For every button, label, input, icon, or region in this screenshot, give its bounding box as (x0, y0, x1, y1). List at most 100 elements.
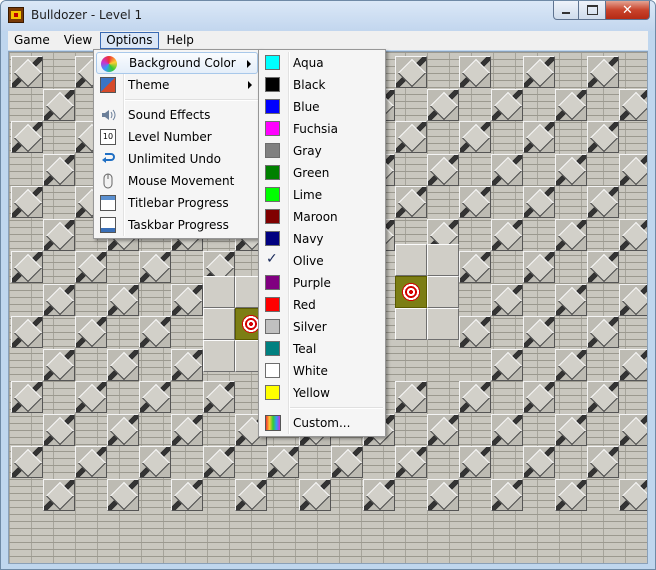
taskbar-icon (100, 217, 116, 233)
menu-item-level-number[interactable]: 10 Level Number (96, 126, 258, 148)
menu-item-color-navy[interactable]: Navy (261, 228, 383, 250)
menu-view[interactable]: View (58, 32, 98, 49)
mouse-icon (100, 173, 116, 189)
menu-item-titlebar-progress[interactable]: Titlebar Progress (96, 192, 258, 214)
theme-icon (100, 77, 116, 93)
boulder-tile (11, 121, 43, 153)
menu-item-label: Navy (293, 232, 324, 246)
menu-item-mouse-movement[interactable]: Mouse Movement (96, 170, 258, 192)
menu-item-label: Background Color (129, 56, 236, 70)
boulder-tile (587, 186, 619, 218)
menu-item-color-blue[interactable]: Blue (261, 96, 383, 118)
menu-item-label: Silver (293, 320, 327, 334)
boulder-tile (43, 413, 75, 446)
boulder-tile (395, 186, 427, 218)
menu-item-color-teal[interactable]: Teal (261, 338, 383, 360)
menu-item-label: Blue (293, 100, 320, 114)
menu-item-theme[interactable]: Theme (96, 74, 258, 96)
menu-item-label: Unlimited Undo (128, 152, 221, 166)
menu-item-label: Taskbar Progress (128, 218, 229, 232)
boulder-tile (43, 88, 75, 121)
menu-item-label: Mouse Movement (128, 174, 235, 188)
title-bar[interactable]: Bulldozer - Level 1 ✕ (1, 1, 655, 31)
palette-icon (101, 56, 117, 72)
menu-item-taskbar-progress[interactable]: Taskbar Progress (96, 214, 258, 236)
menu-item-color-silver[interactable]: Silver (261, 316, 383, 338)
close-icon: ✕ (622, 2, 633, 18)
floor-tile (427, 244, 459, 276)
boulder-tile (43, 478, 75, 511)
color-swatch (265, 165, 280, 180)
target-tile (395, 276, 427, 308)
boulder-tile (11, 251, 43, 283)
menu-item-color-gray[interactable]: Gray (261, 140, 383, 162)
menu-help[interactable]: Help (161, 32, 200, 49)
menu-game[interactable]: Game (8, 32, 56, 49)
menu-item-color-olive[interactable]: ✓ Olive (261, 250, 383, 272)
titlebar-icon (100, 195, 116, 211)
undo-icon (100, 151, 116, 167)
boulder-tile (43, 153, 75, 186)
close-button[interactable]: ✕ (606, 1, 650, 20)
color-swatch (265, 99, 280, 114)
menu-item-color-maroon[interactable]: Maroon (261, 206, 383, 228)
boulder-tile (491, 283, 523, 316)
menu-item-label: Olive (293, 254, 324, 268)
boulder-tile (555, 283, 587, 316)
menu-item-color-yellow[interactable]: Yellow (261, 382, 383, 404)
boulder-tile (587, 446, 619, 478)
submenu-arrow-icon (248, 81, 252, 89)
boulder-tile (555, 348, 587, 381)
boulder-tile (171, 283, 203, 316)
boulder-tile (555, 478, 587, 511)
color-swatch (265, 77, 280, 92)
options-menu: Background Color Theme Sound Effects 10 … (93, 49, 261, 239)
boulder-tile (619, 413, 647, 446)
boulder-tile (171, 348, 203, 381)
menu-separator (290, 407, 383, 409)
color-swatch (265, 363, 280, 378)
boulder-tile (555, 153, 587, 186)
boulder-tile (523, 121, 555, 153)
boulder-tile (171, 413, 203, 446)
menu-item-background-color[interactable]: Background Color (96, 52, 258, 74)
menu-item-label: Custom... (293, 416, 351, 430)
boulder-tile (523, 446, 555, 478)
boulder-tile (139, 446, 171, 478)
boulder-tile (459, 316, 491, 348)
menu-item-sound-effects[interactable]: Sound Effects (96, 104, 258, 126)
menu-item-color-red[interactable]: Red (261, 294, 383, 316)
menu-item-color-black[interactable]: Black (261, 74, 383, 96)
floor-tile (203, 308, 235, 340)
menu-item-color-white[interactable]: White (261, 360, 383, 382)
menu-item-color-aqua[interactable]: Aqua (261, 52, 383, 74)
bulldozer-app-icon[interactable] (8, 7, 24, 23)
speaker-icon (100, 107, 116, 123)
boulder-tile (139, 316, 171, 348)
color-swatch (265, 209, 280, 224)
minimize-button[interactable] (553, 1, 579, 20)
menu-item-unlimited-undo[interactable]: Unlimited Undo (96, 148, 258, 170)
boulder-tile (395, 56, 427, 88)
menu-item-color-purple[interactable]: Purple (261, 272, 383, 294)
boulder-tile (619, 283, 647, 316)
boulder-tile (523, 381, 555, 413)
boulder-tile (395, 121, 427, 153)
boulder-tile (491, 348, 523, 381)
menu-item-color-lime[interactable]: Lime (261, 184, 383, 206)
menu-item-custom-color[interactable]: Custom... (261, 412, 383, 434)
menu-item-label: Black (293, 78, 326, 92)
boulder-tile (75, 316, 107, 348)
menu-options[interactable]: Options (100, 32, 159, 49)
menu-item-color-fuchsia[interactable]: Fuchsia (261, 118, 383, 140)
boulder-tile (427, 153, 459, 186)
boulder-tile (11, 446, 43, 478)
boulder-tile (523, 186, 555, 218)
menu-item-label: Theme (128, 78, 170, 92)
boulder-tile (267, 446, 299, 478)
maximize-button[interactable] (579, 1, 606, 20)
menu-item-label: Aqua (293, 56, 324, 70)
color-swatch (265, 55, 280, 70)
menu-item-color-green[interactable]: Green (261, 162, 383, 184)
boulder-tile (43, 283, 75, 316)
